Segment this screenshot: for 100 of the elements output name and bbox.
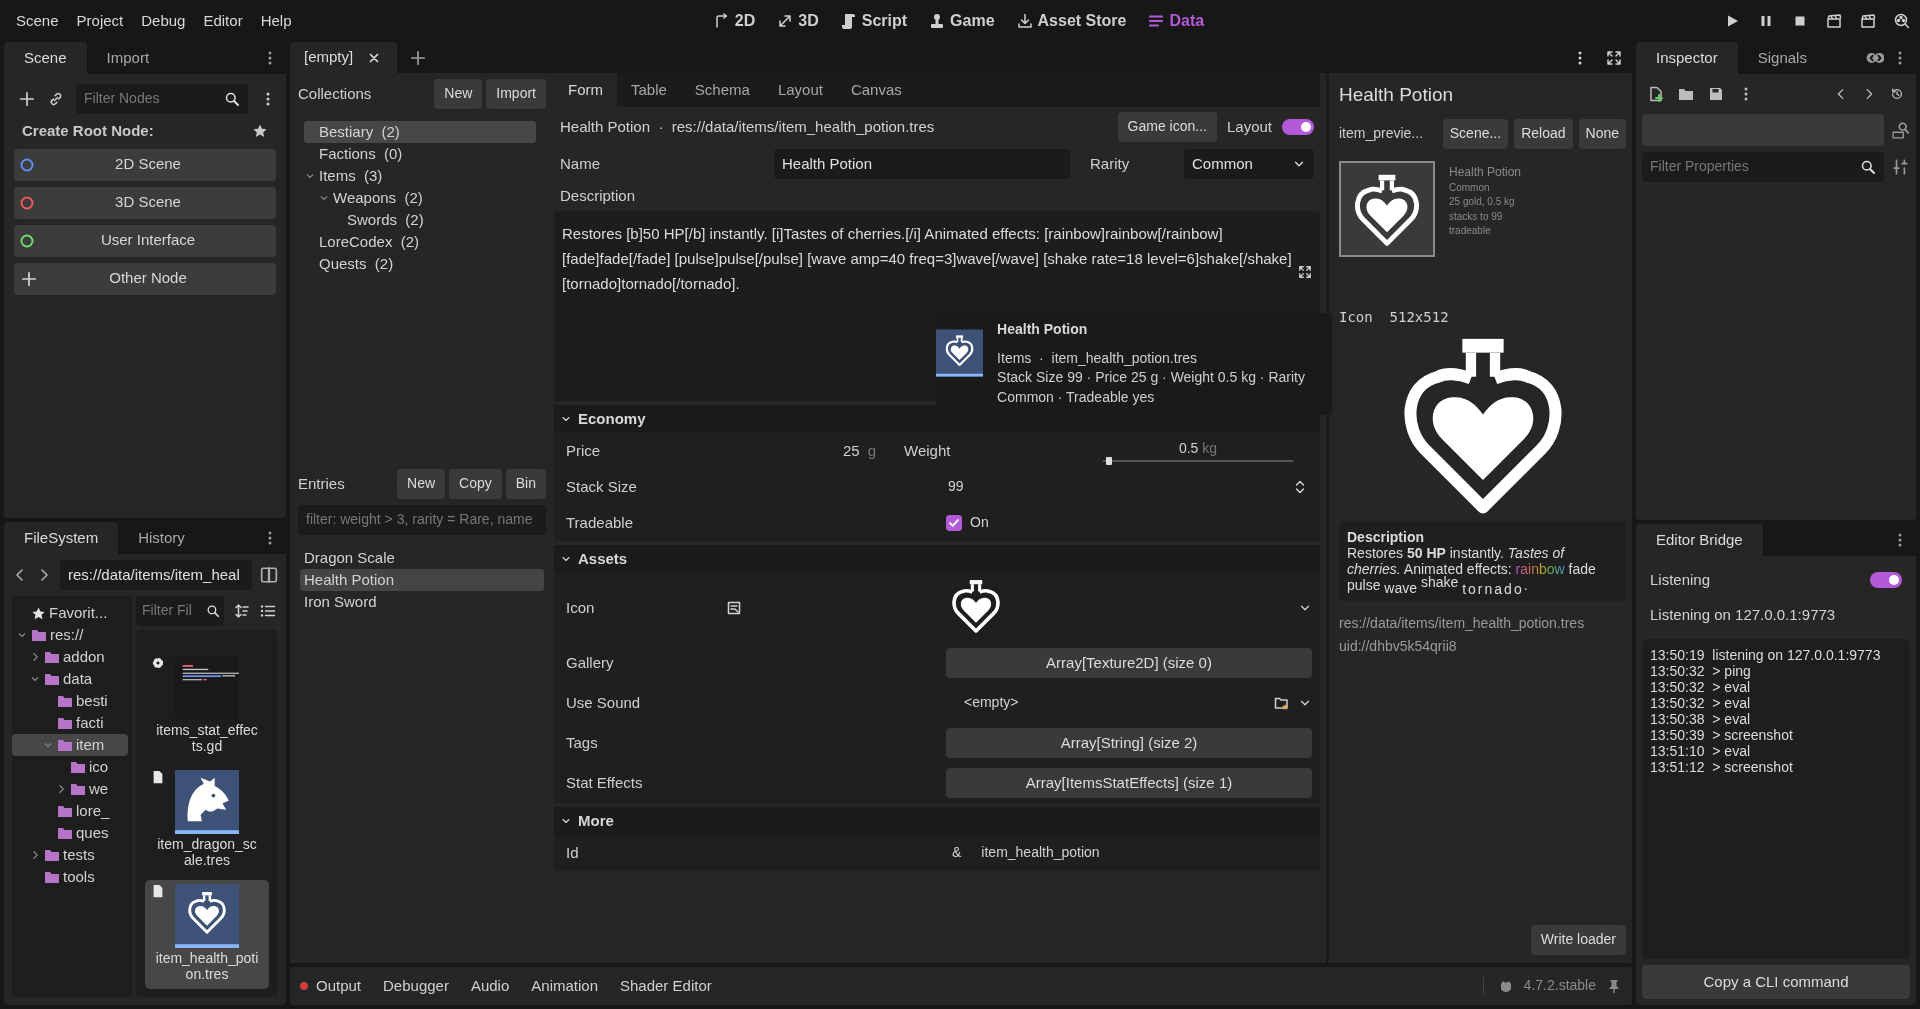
root-node-button[interactable]: User Interface <box>14 224 276 257</box>
id-field[interactable]: item_health_potion <box>981 844 1100 862</box>
bottom-tab[interactable]: Debugger <box>383 976 449 996</box>
menu-item[interactable]: Debug <box>133 7 194 35</box>
spin-box[interactable]: 99 <box>946 478 1312 496</box>
split-view-icon[interactable] <box>260 566 278 584</box>
workspace-button[interactable]: Script <box>836 7 912 35</box>
section-header[interactable]: More <box>554 807 1320 835</box>
workspace-button[interactable]: 3D <box>773 7 823 35</box>
tree-item[interactable]: Factions (0) <box>304 143 536 165</box>
array-button[interactable]: Array[String] (size 2) <box>946 728 1312 758</box>
menu-item[interactable]: Editor <box>195 7 251 35</box>
sort-icon[interactable] <box>234 603 250 619</box>
tree-item[interactable]: Bestiary (2) <box>304 121 536 143</box>
texture-picker-icon[interactable] <box>726 600 742 616</box>
workspace-button[interactable]: Game <box>925 7 999 35</box>
bottom-tab[interactable]: Audio <box>470 976 510 996</box>
tree-item[interactable]: besti <box>12 690 128 712</box>
toolbar-button[interactable]: Copy <box>449 469 502 499</box>
toolbar-button[interactable]: Import <box>486 79 546 109</box>
toolbar-button[interactable]: None <box>1578 118 1626 149</box>
film-reel-icon[interactable] <box>1894 13 1910 29</box>
root-node-button[interactable]: 2D Scene <box>14 148 276 181</box>
toolbar-button[interactable]: New <box>434 79 483 109</box>
expand-icon[interactable] <box>1298 265 1312 279</box>
resource-value[interactable]: <empty> <box>964 694 1266 712</box>
folder-icon[interactable] <box>1678 86 1694 102</box>
scene-tab[interactable]: [empty] <box>290 42 398 73</box>
name-field[interactable]: Health Potion <box>774 149 1070 179</box>
form-tab[interactable]: Layout <box>763 73 837 107</box>
copy-command-button[interactable]: Copy a CLI command <box>1642 965 1910 999</box>
new-resource-icon[interactable] <box>1648 86 1664 102</box>
add-tab-icon[interactable] <box>409 48 428 67</box>
link-icon[interactable] <box>48 91 64 107</box>
bottom-tab[interactable]: Output <box>300 976 362 996</box>
toolbar-button[interactable]: Reload <box>1514 118 1573 149</box>
path-field[interactable]: res://data/items/item_heal <box>60 560 252 590</box>
star-icon[interactable] <box>252 123 268 140</box>
dock-tab[interactable]: Import <box>86 42 170 74</box>
entry-item[interactable]: Dragon Scale <box>300 547 544 569</box>
toolbar-button[interactable]: Bin <box>505 469 546 499</box>
tree-item[interactable]: lore_ <box>12 800 128 822</box>
tree-item[interactable]: we <box>12 778 128 800</box>
array-button[interactable]: Array[Texture2D] (size 0) <box>946 648 1312 678</box>
tree-item[interactable]: Favorit... <box>12 602 128 624</box>
file-item[interactable]: item_dragon_scale.tres <box>145 766 269 875</box>
workspace-button[interactable]: Asset Store <box>1012 7 1131 35</box>
section-header[interactable]: Assets <box>554 545 1320 573</box>
menu-item[interactable]: Scene <box>8 7 67 35</box>
file-item[interactable]: items_stat_effects.gd <box>145 652 269 761</box>
dock-tab[interactable]: History <box>118 522 205 554</box>
filter-field[interactable]: filter: weight > 3, rarity = Rare, name <box>298 505 546 535</box>
tree-item[interactable]: facti <box>12 712 128 734</box>
icon-button[interactable]: Game icon... <box>1117 112 1217 142</box>
add-icon[interactable] <box>18 90 36 108</box>
tree-item[interactable]: Weapons (2) <box>304 187 536 209</box>
save-icon[interactable] <box>1708 86 1724 102</box>
rarity-dropdown[interactable]: Common <box>1184 149 1314 179</box>
dock-tab[interactable]: Editor Bridge <box>1636 524 1763 556</box>
tree-item[interactable]: Items (3) <box>304 165 536 187</box>
tree-item[interactable]: Quests (2) <box>304 253 536 275</box>
checkbox[interactable] <box>946 515 962 531</box>
workspace-button[interactable]: 2D <box>709 7 760 35</box>
history-icon[interactable] <box>1890 87 1904 101</box>
array-button[interactable]: Array[ItemsStatEffects] (size 1) <box>946 768 1312 798</box>
tree-item[interactable]: ico <box>12 756 128 778</box>
tree-item[interactable]: addon <box>12 646 128 668</box>
toolbar-button[interactable]: New <box>397 469 446 499</box>
tree-item[interactable]: LoreCodex (2) <box>304 231 536 253</box>
bottom-tab[interactable]: Animation <box>531 976 598 996</box>
slider-thumb[interactable] <box>1105 457 1112 466</box>
menu-item[interactable]: Help <box>252 7 300 35</box>
form-tab[interactable]: Form <box>554 73 617 107</box>
entry-item[interactable]: Iron Sword <box>300 591 544 613</box>
workspace-button[interactable]: Data <box>1144 7 1209 35</box>
fullscreen-icon[interactable] <box>1606 49 1622 66</box>
menu-item[interactable]: Project <box>68 7 132 35</box>
tree-item[interactable]: ques <box>12 822 128 844</box>
root-node-button[interactable]: Other Node <box>14 262 276 295</box>
dock-tab[interactable]: Inspector <box>1636 42 1738 74</box>
toggle-switch[interactable] <box>1282 119 1314 135</box>
entry-item[interactable]: Health Potion <box>300 569 544 591</box>
tools-icon[interactable] <box>1892 158 1910 176</box>
form-tab[interactable]: Table <box>617 73 681 107</box>
dock-tab[interactable]: FileSystem <box>4 522 119 554</box>
tree-item[interactable]: tests <box>12 844 128 866</box>
weight-slider[interactable] <box>1103 460 1293 463</box>
dock-tab[interactable]: Scene <box>4 42 87 74</box>
filter-field[interactable]: Filter Nodes <box>76 84 248 114</box>
folder-star-icon[interactable] <box>1274 695 1290 711</box>
form-tab[interactable]: Schema <box>680 73 764 107</box>
toolbar-button[interactable]: Scene... <box>1442 118 1509 149</box>
clapperboard-icon[interactable] <box>1826 13 1842 29</box>
clapperboard-icon[interactable] <box>1860 13 1876 29</box>
list-view-icon[interactable] <box>260 603 276 619</box>
write-loader-button[interactable]: Write loader <box>1530 925 1626 955</box>
tree-item[interactable]: tools <box>12 866 128 888</box>
doc-search-icon[interactable] <box>1892 121 1910 139</box>
root-node-button[interactable]: 3D Scene <box>14 186 276 219</box>
filter-field[interactable]: Filter Properties <box>1642 152 1884 182</box>
